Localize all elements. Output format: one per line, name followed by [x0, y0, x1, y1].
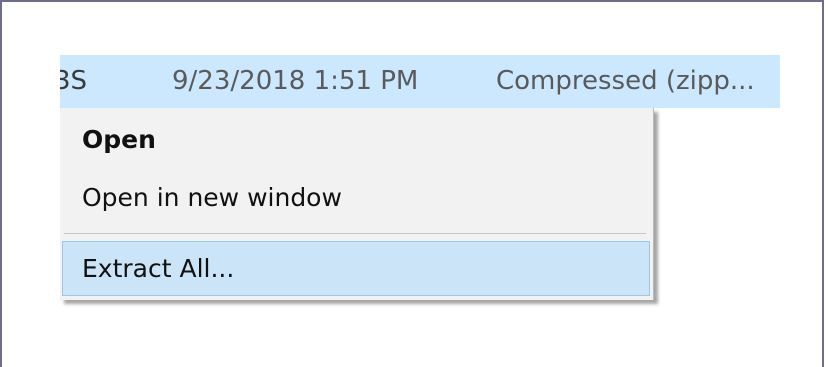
file-name-cell: 3S [60, 66, 88, 96]
selected-file-row[interactable]: 3S 9/23/2018 1:51 PM Compressed (zipp... [60, 55, 780, 108]
menu-item-open[interactable]: Open [60, 112, 650, 168]
date-modified-cell: 9/23/2018 1:51 PM [172, 66, 419, 96]
menu-separator [64, 233, 646, 234]
file-type-cell: Compressed (zipp... [496, 66, 755, 96]
menu-item-open-in-new-window[interactable]: Open in new window [60, 170, 650, 226]
menu-item-extract-all[interactable]: Extract All... [62, 241, 650, 296]
context-menu: Open Open in new window Extract All... [60, 108, 654, 300]
